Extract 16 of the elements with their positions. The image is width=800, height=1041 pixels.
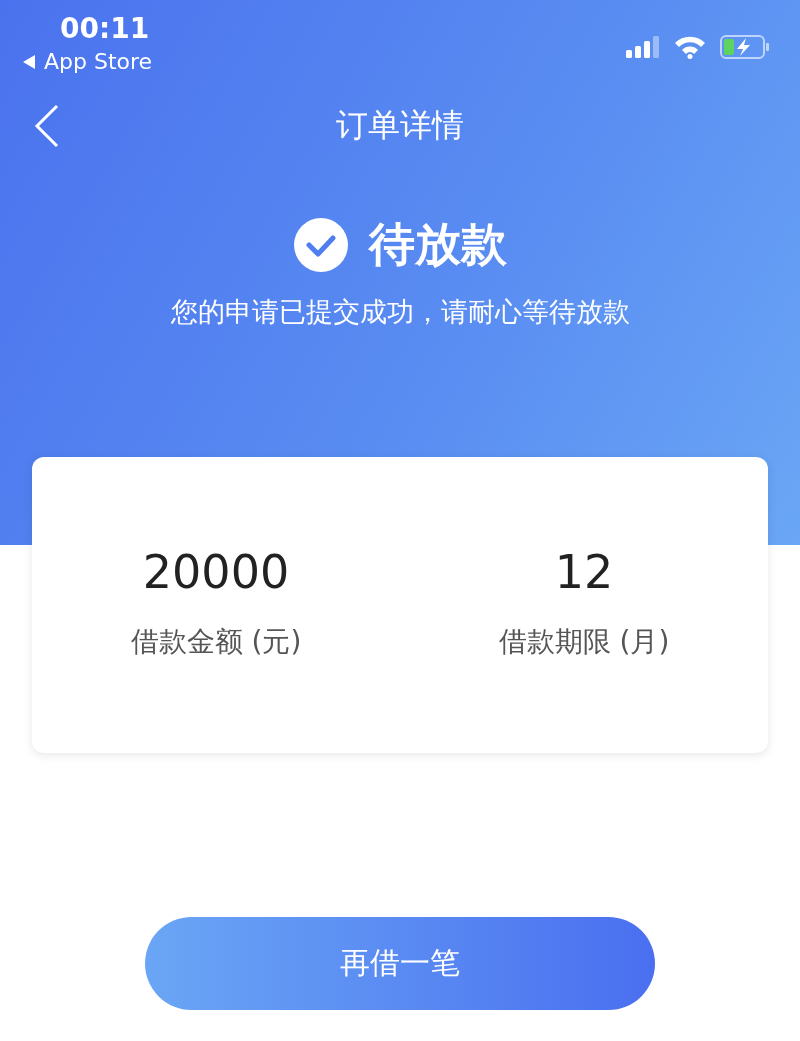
status-title: 待放款	[369, 216, 507, 273]
check-circle-icon	[293, 217, 349, 273]
battery-charging-icon	[720, 35, 770, 59]
wifi-icon	[674, 35, 706, 59]
status-time: 00:11	[59, 11, 151, 47]
back-triangle-icon	[22, 54, 36, 70]
summary-label: 借款金额 (元)	[130, 624, 302, 660]
summary-value: 20000	[142, 545, 290, 599]
summary-value: 12	[554, 545, 614, 599]
borrow-again-button[interactable]: 再借一笔	[145, 917, 655, 1010]
status-message: 您的申请已提交成功，请耐心等待放款	[169, 295, 631, 329]
summary-label: 借款期限 (月)	[498, 624, 670, 660]
page-title: 订单详情	[336, 105, 464, 146]
signal-icon	[626, 36, 660, 58]
back-to-app-link[interactable]: App Store	[44, 48, 153, 76]
back-icon[interactable]	[34, 104, 60, 148]
